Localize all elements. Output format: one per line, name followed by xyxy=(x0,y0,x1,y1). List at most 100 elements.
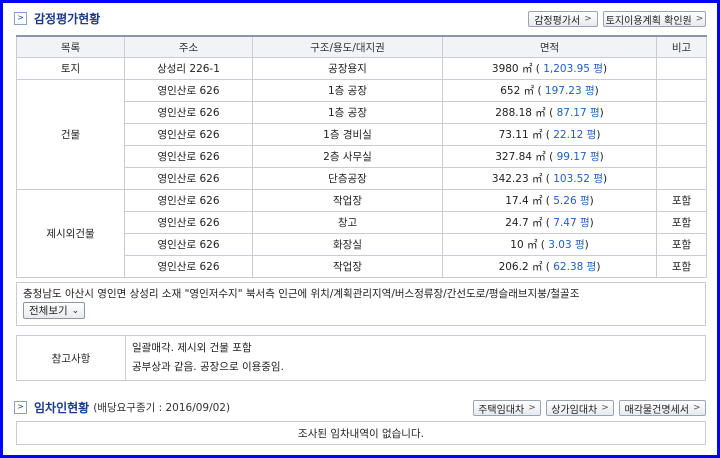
header-area: 면적 xyxy=(442,35,657,58)
area-cell: 206.2 ㎡ ( 62.38 평) xyxy=(442,255,657,278)
reference-line: 일괄매각. 제시외 건물 포함 xyxy=(132,342,252,354)
structure-cell: 1층 공장 xyxy=(252,101,443,124)
reference-line: 공부상과 같음. 공장으로 이용중임. xyxy=(132,361,284,373)
tenant-section-header: > 임차인현황 (배당요구종기 : 2016/09/02) xyxy=(14,397,230,417)
location-description-box: 충청남도 아산시 영인면 상성리 소재 "영인저수지" 북서측 인근에 위치/계… xyxy=(16,282,706,326)
address-cell: 영인산로 626 xyxy=(124,145,253,168)
reference-label: 참고사항 xyxy=(17,336,126,380)
commercial-lease-label: 상가임대차 xyxy=(551,404,598,416)
area-pyeong: 87.17 평 xyxy=(553,107,600,119)
view-all-label: 전체보기 xyxy=(29,305,68,317)
address-cell: 영인산로 626 xyxy=(124,233,253,256)
appraisal-title: 감정평가현황 xyxy=(34,11,101,26)
chevron-right-icon: > xyxy=(601,403,609,413)
appraisal-report-button[interactable]: 감정평가서 > xyxy=(528,11,598,27)
area-m2: 17.4 ㎡ ( xyxy=(505,195,550,207)
area-m2: 652 ㎡ ( xyxy=(500,85,542,97)
note-cell: 포함 xyxy=(656,189,707,212)
area-cell: 3980 ㎡ ( 1,203.95 평) xyxy=(442,57,657,80)
area-paren: ) xyxy=(596,129,601,141)
area-pyeong: 62.38 평 xyxy=(549,261,597,273)
area-m2: 206.2 ㎡ ( xyxy=(498,261,550,273)
appraisal-table: 목록 주소 구조/용도/대지권 면적 비고 토지 상성리 226-1 공장용지 … xyxy=(16,35,707,278)
note-cell xyxy=(656,57,707,80)
header-address: 주소 xyxy=(124,35,253,58)
note-cell: 포함 xyxy=(656,233,707,256)
sale-specification-label: 매각물건명세서 xyxy=(624,404,689,416)
tenant-empty-box: 조사된 임차내역이 없습니다. xyxy=(16,421,706,445)
header-structure: 구조/용도/대지권 xyxy=(252,35,443,58)
structure-cell: 단층공장 xyxy=(252,167,443,190)
note-cell: 포함 xyxy=(656,255,707,278)
commercial-lease-button[interactable]: 상가임대차 > xyxy=(546,400,614,416)
chevron-right-icon: > xyxy=(528,403,536,413)
header-category: 목록 xyxy=(16,35,125,58)
area-pyeong: 197.23 평 xyxy=(541,85,595,97)
table-row: 제시외건물 영인산로 626 작업장 17.4 ㎡ ( 5.26 평) 포함 xyxy=(16,189,707,278)
view-all-button[interactable]: 전체보기 ⌄ xyxy=(23,302,86,319)
area-m2: 73.11 ㎡ ( xyxy=(498,129,550,141)
address-cell: 영인산로 626 xyxy=(124,79,253,102)
area-pyeong: 7.47 평 xyxy=(549,217,590,229)
housing-lease-button[interactable]: 주택임대차 > xyxy=(473,400,541,416)
area-pyeong: 1,203.95 평 xyxy=(539,63,603,75)
table-row: 건물 영인산로 626 1층 공장 652 ㎡ ( 197.23 평) xyxy=(16,79,707,190)
area-pyeong: 22.12 평 xyxy=(549,129,597,141)
address-cell: 영인산로 626 xyxy=(124,189,253,212)
reference-box: 참고사항 일괄매각. 제시외 건물 포함 공부상과 같음. 공장으로 이용중임. xyxy=(16,335,706,381)
structure-cell: 1층 경비실 xyxy=(252,123,443,146)
area-paren: ) xyxy=(596,261,601,273)
tenant-title: 임차인현황 xyxy=(34,400,90,415)
address-cell: 상성리 226-1 xyxy=(124,57,253,80)
location-description: 충청남도 아산시 영인면 상성리 소재 "영인저수지" 북서측 인근에 위치/계… xyxy=(23,288,580,300)
area-paren: ) xyxy=(589,195,594,207)
section-bullet-icon: > xyxy=(14,400,27,414)
structure-cell: 화장실 xyxy=(252,233,443,256)
chevron-right-icon: > xyxy=(692,403,701,413)
note-cell xyxy=(656,167,707,190)
housing-lease-label: 주택임대차 xyxy=(478,404,525,416)
structure-cell: 2층 사무실 xyxy=(252,145,443,168)
land-use-plan-label: 토지이용계획 확인원 xyxy=(605,15,692,27)
table-row: 토지 상성리 226-1 공장용지 3980 ㎡ ( 1,203.95 평) xyxy=(16,57,707,80)
area-paren: ) xyxy=(599,107,604,119)
area-paren: ) xyxy=(599,151,604,163)
appraisal-section-header: > 감정평가현황 xyxy=(14,8,100,28)
area-m2: 3980 ㎡ ( xyxy=(491,63,540,75)
note-cell xyxy=(656,123,707,146)
tenant-subtitle: (배당요구종기 : 2016/09/02) xyxy=(93,401,231,414)
tenant-empty-message: 조사된 임차내역이 없습니다. xyxy=(298,427,424,440)
category-land: 토지 xyxy=(16,57,125,80)
note-cell xyxy=(656,145,707,168)
area-pyeong: 99.17 평 xyxy=(553,151,600,163)
area-pyeong: 3.03 평 xyxy=(544,239,585,251)
area-cell: 288.18 ㎡ ( 87.17 평) xyxy=(442,101,657,124)
reference-content: 일괄매각. 제시외 건물 포함 공부상과 같음. 공장으로 이용중임. xyxy=(126,336,290,380)
area-cell: 73.11 ㎡ ( 22.12 평) xyxy=(442,123,657,146)
area-paren: ) xyxy=(602,63,608,75)
chevron-down-icon: ⌄ xyxy=(71,305,80,316)
structure-cell: 창고 xyxy=(252,211,443,234)
area-pyeong: 103.52 평 xyxy=(549,173,603,185)
header-note: 비고 xyxy=(656,35,707,58)
address-cell: 영인산로 626 xyxy=(124,123,253,146)
area-pyeong: 5.26 평 xyxy=(549,195,590,207)
structure-cell: 작업장 xyxy=(252,189,443,212)
area-m2: 10 ㎡ ( xyxy=(510,239,545,251)
note-cell xyxy=(656,79,707,102)
area-paren: ) xyxy=(584,239,589,251)
chevron-right-icon: > xyxy=(695,14,704,24)
area-m2: 342.23 ㎡ ( xyxy=(491,173,550,185)
land-use-plan-button[interactable]: 토지이용계획 확인원 > xyxy=(603,11,706,27)
area-cell: 24.7 ㎡ ( 7.47 평) xyxy=(442,211,657,234)
category-building: 건물 xyxy=(16,79,125,190)
category-excluded-building: 제시외건물 xyxy=(16,189,125,278)
area-m2: 24.7 ㎡ ( xyxy=(505,217,550,229)
structure-cell: 1층 공장 xyxy=(252,79,443,102)
address-cell: 영인산로 626 xyxy=(124,167,253,190)
area-paren: ) xyxy=(594,85,599,97)
sale-specification-button[interactable]: 매각물건명세서 > xyxy=(619,400,706,416)
appraisal-report-label: 감정평가서 xyxy=(534,15,581,27)
area-cell: 10 ㎡ ( 3.03 평) xyxy=(442,233,657,256)
address-cell: 영인산로 626 xyxy=(124,211,253,234)
